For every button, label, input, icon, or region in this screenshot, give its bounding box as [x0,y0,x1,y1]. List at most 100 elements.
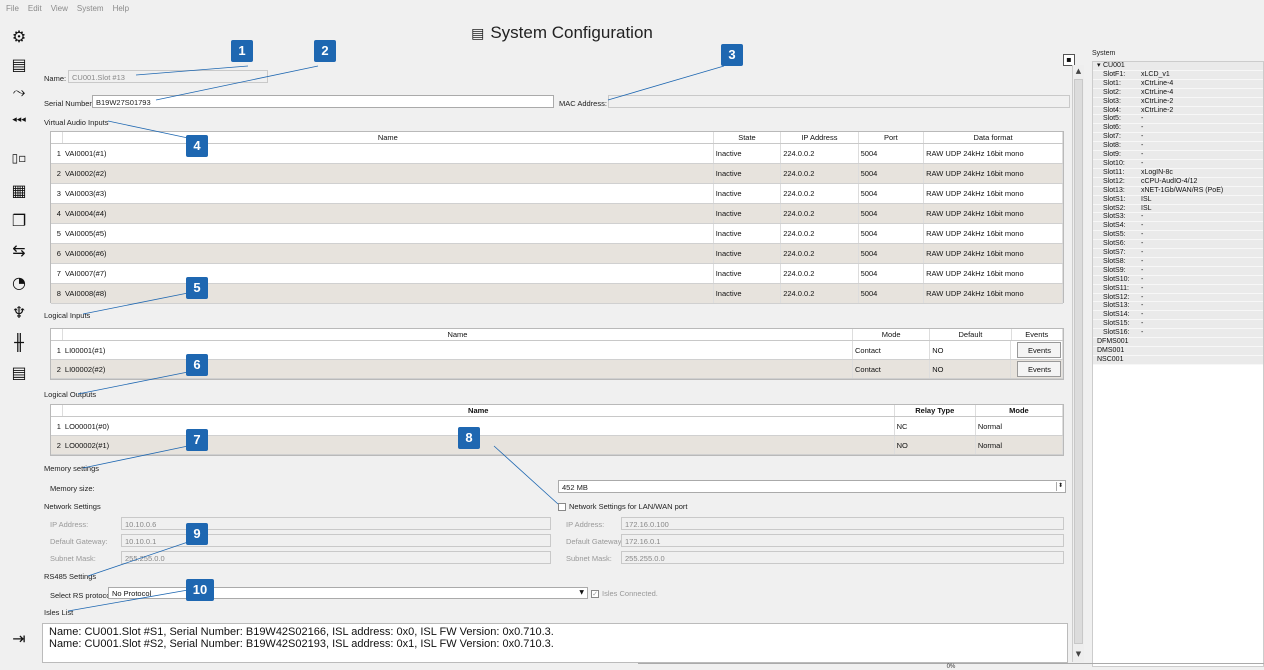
windows-icon[interactable]: ❐ [7,208,31,232]
menu-view[interactable]: View [51,4,68,14]
tree-item-label: SlotS5: [1103,231,1126,239]
document-icon[interactable]: ▤ [7,360,31,384]
tree-item[interactable]: SlotS11: - [1093,284,1263,294]
tree-item[interactable]: SlotS14: - [1093,311,1263,321]
tree-item-label: Slot6: [1103,124,1121,132]
tree-item-label: Slot11: [1103,168,1125,176]
tree-item[interactable]: Slot4: xCtrLine-2 [1093,106,1263,116]
tree-item[interactable]: SlotS5: - [1093,231,1263,241]
tree-item-value: cCPU-AudIO-4/12 [1141,177,1198,185]
mixer-icon[interactable]: ╫ [7,330,31,354]
tree-item[interactable]: Slot12: cCPU-AudIO-4/12 [1093,177,1263,187]
tree-item[interactable]: Slot13: xNET-1Gb/WAN/RS (PoE) [1093,186,1263,196]
tree-item-value: - [1141,266,1144,274]
tree-item-label: Slot13: [1103,186,1125,194]
io-icon[interactable]: ▯▫ [7,146,31,170]
callout-line-7 [82,445,189,469]
tree-item-value: - [1141,257,1144,265]
tree-item[interactable]: Slot1: xCtrLine-4 [1093,79,1263,89]
tree-item-value: - [1141,151,1144,159]
callout-6: 6 [186,354,208,376]
tree-item-value: - [1141,159,1144,167]
routing-arrow-icon[interactable]: ⤳ [7,80,31,104]
menu-file[interactable]: File [6,4,19,14]
callout-10: 10 [186,579,214,601]
tree-item[interactable]: SlotS9: - [1093,266,1263,276]
callout-line-5 [82,292,189,315]
microphone-icon[interactable]: ♆ [7,300,31,324]
tree-item-value: xNET-1Gb/WAN/RS (PoE) [1141,186,1224,194]
callout-line-8 [493,445,559,505]
callout-line-3 [607,65,725,101]
menu-bar: File Edit View System Help [0,0,1264,18]
tree-item-value: - [1141,249,1144,257]
tree-item[interactable]: SlotS13: - [1093,302,1263,312]
tree-item[interactable]: Slot5: - [1093,115,1263,125]
tree-item[interactable]: Slot10: - [1093,159,1263,169]
tree-item-label: Slot3: [1103,97,1121,105]
tree-item[interactable]: SlotS4: - [1093,222,1263,232]
tree-item[interactable]: Slot2: xCtrLine-4 [1093,88,1263,98]
menu-edit[interactable]: Edit [28,4,42,14]
tree-item-label: Slot8: [1103,142,1121,150]
tree-item-value: ISL [1141,204,1152,212]
tree-item[interactable]: SlotS3: - [1093,213,1263,223]
callout-3: 3 [721,44,743,66]
callout-line-10 [67,589,189,612]
tree-item[interactable]: SlotS12: - [1093,293,1263,303]
tree-item[interactable]: SlotS1: ISL [1093,195,1263,205]
tree-item-label: SlotS16: [1103,329,1130,337]
tree-item-value: xLCD_v1 [1141,70,1170,78]
tree-item[interactable]: ▾ CU001 [1093,62,1263,71]
tree-item[interactable]: SlotS6: - [1093,240,1263,250]
tree-item[interactable]: Slot3: xCtrLine-2 [1093,97,1263,107]
menu-system[interactable]: System [77,4,104,14]
tree-item[interactable]: Slot11: xLogIN-8c [1093,168,1263,178]
tree-item-value: - [1141,329,1144,337]
tree-item-label: SlotS12: [1103,293,1130,301]
audio-stream-icon[interactable]: ◂◂◂ [7,108,31,132]
tree-item-label: SlotS9: [1103,266,1126,274]
tree-item[interactable]: DMS001 [1093,347,1263,356]
tree-item-value: - [1141,115,1144,123]
tree-item[interactable]: SlotS7: - [1093,249,1263,258]
system-config-icon[interactable]: ▤ [7,52,31,76]
tree-item-label: Slot12: [1103,177,1125,185]
tree-item-value: xLogIN-8c [1141,168,1173,176]
transfer-icon[interactable]: ⇆ [7,238,31,262]
tree-item-value: ISL [1141,195,1152,203]
matrix-icon[interactable]: ▦ [7,178,31,202]
tree-item[interactable]: Slot9: - [1093,151,1263,160]
tree-item[interactable]: Slot7: - [1093,133,1263,143]
progress-bar: 0% [638,663,1264,670]
tree-item-label: SlotS4: [1103,222,1126,230]
tree-item-label: SlotS14: [1103,311,1130,319]
callout-8: 8 [458,427,480,449]
gear-icon[interactable]: ⚙ [7,24,31,48]
tree-item-value: - [1141,311,1144,319]
tree-item[interactable]: SlotF1: xLCD_v1 [1093,70,1263,80]
callout-lines [67,65,725,612]
tree-item[interactable]: SlotS15: - [1093,320,1263,330]
system-tree[interactable]: ▾ CU001 SlotF1: xLCD_v1 Slot1: xCtrLine-4 Slot… [1092,61,1264,667]
tree-item[interactable]: SlotS2: ISL [1093,204,1263,214]
dial-icon[interactable]: ◔ [7,270,31,294]
callout-line-6 [77,371,189,395]
tree-item[interactable]: NSC001 [1093,355,1263,365]
tree-item[interactable]: SlotS10: - [1093,275,1263,285]
tree-item-label: Slot2: [1103,88,1121,96]
callout-line-9 [87,541,189,577]
system-sidebar: System ▾ CU001 SlotF1: xLCD_v1 Slot1: xCtrLin… [1090,47,1264,667]
tree-item-label: SlotS15: [1103,320,1130,328]
tree-item[interactable]: SlotS8: - [1093,257,1263,267]
tree-item[interactable]: Slot8: - [1093,142,1263,152]
tree-item[interactable]: Slot6: - [1093,124,1263,134]
menu-help[interactable]: Help [113,4,129,14]
tree-item-value: xCtrLine-2 [1141,106,1174,114]
tree-item[interactable]: SlotS16: - [1093,329,1263,339]
exit-icon[interactable]: ⇥ [7,626,31,650]
tree-item-label: Slot9: [1103,151,1121,159]
tree-item-label: SlotS6: [1103,240,1126,248]
tree-item[interactable]: DFMS001 [1093,338,1263,347]
callout-1: 1 [231,40,253,62]
